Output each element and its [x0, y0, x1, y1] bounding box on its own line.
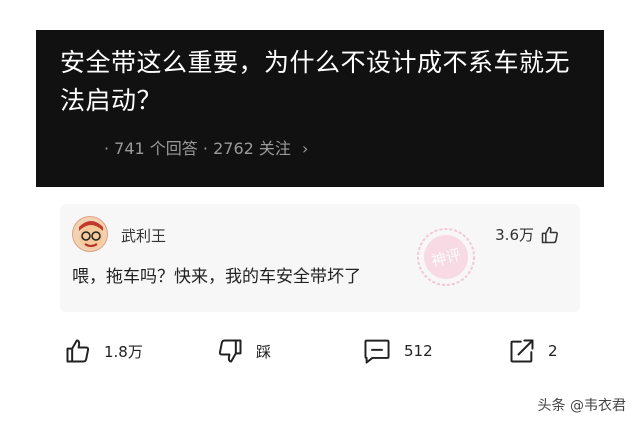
action-bar: 1.8万 踩 512 2: [60, 332, 580, 370]
thumb-up-icon: [66, 339, 90, 363]
question-meta[interactable]: · 741 个回答 · 2762 关注 ›: [104, 138, 308, 160]
author-name[interactable]: 武利王: [121, 225, 166, 246]
comment-count: 512: [404, 342, 433, 360]
comment-button[interactable]: 512: [362, 332, 433, 370]
dislike-button[interactable]: 踩: [216, 332, 271, 370]
like-button[interactable]: 1.8万: [64, 332, 143, 370]
dislike-label: 踩: [256, 342, 272, 361]
share-button[interactable]: 2: [508, 332, 558, 370]
answer-text[interactable]: 喂，拖车吗？快来，我的车安全带坏了: [72, 262, 361, 287]
source-watermark: 头条 @韦衣君: [538, 395, 626, 415]
answer-likes[interactable]: 3.6万: [495, 224, 560, 245]
share-icon: [510, 339, 534, 363]
comment-icon: [364, 339, 390, 364]
answers-count: · 741 个回答: [104, 139, 198, 158]
featured-comment-stamp: 神评: [415, 226, 477, 288]
like-count: 1.8万: [104, 342, 143, 361]
answer-likes-count: 3.6万: [495, 226, 534, 244]
share-count: 2: [548, 342, 558, 360]
question-title[interactable]: 安全带这么重要，为什么不设计成不系车就无法启动？: [60, 44, 590, 120]
thumb-down-icon: [218, 339, 242, 363]
watermark-text: 头条 @韦衣君: [537, 398, 626, 414]
answer-card[interactable]: 武利王 3.6万 神评 喂，拖车吗？快来，我的车安全带坏了: [60, 204, 580, 312]
question-card[interactable]: 安全带这么重要，为什么不设计成不系车就无法启动？ · 741 个回答 · 276…: [36, 30, 604, 187]
chevron-right-icon: ›: [301, 139, 309, 158]
avatar[interactable]: [72, 216, 108, 252]
thumb-up-icon[interactable]: [540, 225, 560, 245]
follow-count: · 2762 关注: [202, 139, 291, 158]
